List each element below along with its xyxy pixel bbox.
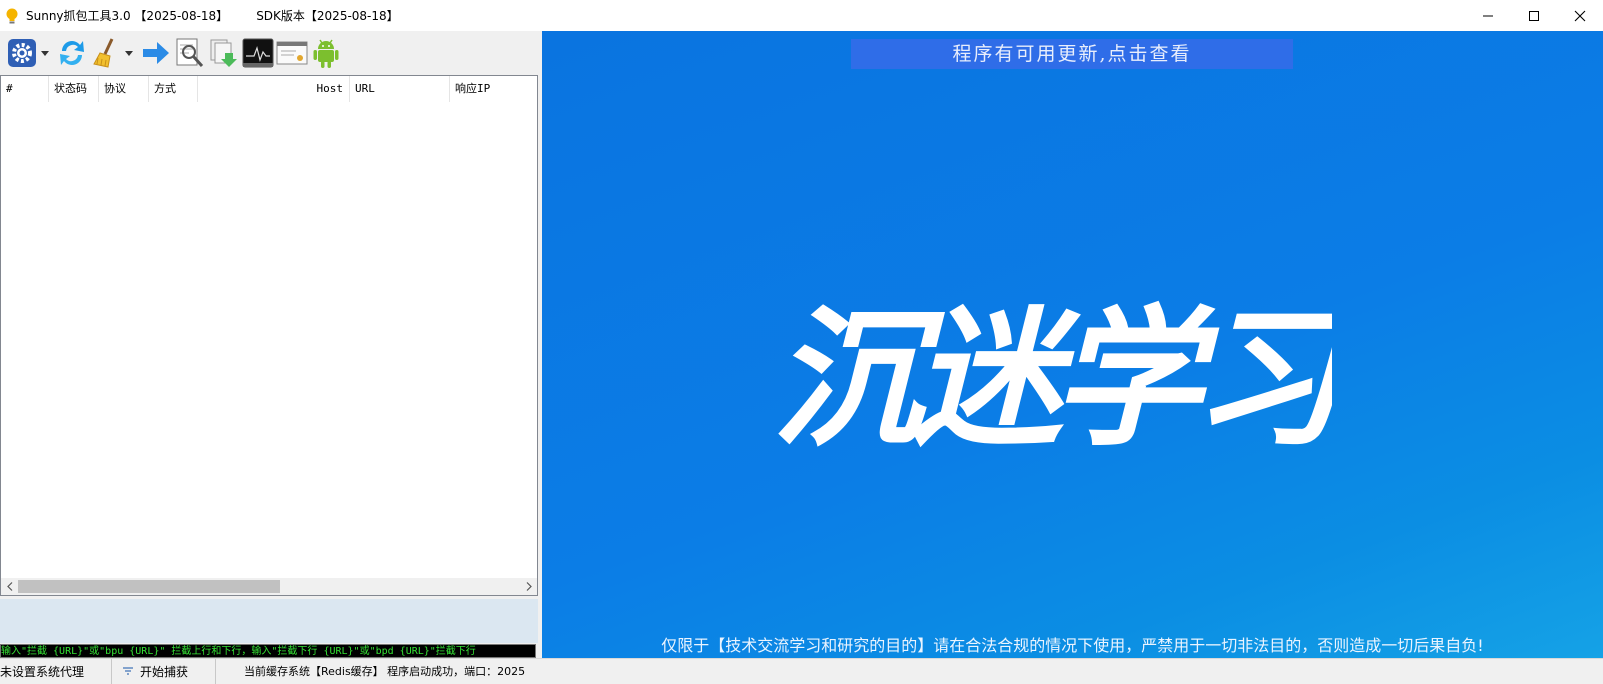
find-button[interactable] — [173, 36, 207, 70]
maximize-icon — [1529, 10, 1539, 21]
monitor-waveform-icon — [242, 38, 274, 68]
sdk-version: SDK版本【2025-08-18】 — [256, 9, 399, 23]
scroll-thumb[interactable] — [18, 580, 280, 593]
session-list[interactable]: # 状态码 协议 方式 Host URL 响应IP — [0, 75, 538, 596]
chevron-right-icon — [526, 582, 532, 591]
chevron-left-icon — [6, 582, 12, 591]
forward-arrow-icon — [143, 42, 169, 64]
settings-button[interactable] — [5, 36, 39, 70]
settings-gear-icon — [8, 39, 36, 67]
refresh-icon — [60, 41, 84, 65]
broom-clear-icon — [93, 38, 114, 68]
column-header-method[interactable]: 方式 — [149, 76, 198, 102]
android-button[interactable] — [309, 36, 343, 70]
disclaimer-text: 仅限于【技术交流学习和研究的目的】请在合法合规的情况下使用，严禁用于一切非法目的… — [661, 636, 1484, 655]
close-button[interactable] — [1557, 0, 1603, 31]
certificate-button[interactable] — [275, 36, 309, 70]
window-title: Sunny抓包工具3.0 【2025-08-18】 — [26, 9, 229, 23]
command-console[interactable]: 输入"拦截 {URL}"或"bpu {URL}" 拦截上行和下行，输入"拦截下行… — [0, 644, 536, 658]
horizontal-scrollbar[interactable] — [1, 578, 537, 595]
caret-down-icon — [41, 50, 49, 56]
info-pane — [0, 599, 538, 643]
title-bar: Sunny抓包工具3.0 【2025-08-18】 SDK版本【2025-08-… — [0, 0, 1603, 31]
column-header-index[interactable]: # — [1, 76, 49, 102]
capture-toggle[interactable]: 开始捕获 — [112, 658, 216, 684]
caret-down-icon — [125, 50, 133, 56]
column-header-protocol[interactable]: 协议 — [99, 76, 149, 102]
forward-button[interactable] — [139, 36, 173, 70]
close-icon — [1574, 10, 1586, 21]
status-bar: 未设置系统代理 开始捕获 当前缓存系统【Redis缓存】 程序启动成功，端口：2… — [0, 658, 1603, 684]
export-button[interactable] — [207, 36, 241, 70]
toolbar — [0, 31, 542, 75]
export-documents-icon — [210, 39, 237, 67]
maximize-button[interactable] — [1511, 0, 1557, 31]
minimize-button[interactable] — [1465, 0, 1511, 31]
settings-dropdown[interactable] — [39, 36, 51, 70]
slogan-calligraphy: 沉迷学习 — [772, 291, 1332, 467]
refresh-button[interactable] — [55, 36, 89, 70]
scroll-right-button[interactable] — [520, 578, 537, 595]
monitor-button[interactable] — [241, 36, 275, 70]
proxy-status[interactable]: 未设置系统代理 — [0, 658, 112, 684]
cache-status: 当前缓存系统【Redis缓存】 程序启动成功，端口：2025 — [244, 665, 526, 678]
welcome-banner: 程序有可用更新,点击查看 沉迷学习 仅限于【技术交流学习和研究的目的】请在合法合… — [542, 31, 1603, 658]
app-window: Sunny抓包工具3.0 【2025-08-18】 SDK版本【2025-08-… — [0, 0, 1603, 684]
clear-button[interactable] — [89, 36, 123, 70]
clear-dropdown[interactable] — [123, 36, 135, 70]
capture-label: 开始捕获 — [140, 664, 189, 679]
android-icon — [313, 39, 339, 68]
update-notice-button[interactable]: 程序有可用更新,点击查看 — [851, 39, 1293, 69]
search-document-icon — [176, 38, 204, 68]
column-header-host[interactable]: Host — [198, 76, 350, 102]
column-header-response-ip[interactable]: 响应IP — [450, 76, 537, 102]
slogan-text: 沉迷学习 — [772, 291, 1332, 467]
minimize-icon — [1483, 15, 1493, 16]
scroll-left-button[interactable] — [1, 578, 18, 595]
scroll-track[interactable] — [18, 578, 520, 595]
session-panel: # 状态码 协议 方式 Host URL 响应IP 输入"拦截 {URL}"或"… — [0, 75, 538, 658]
certificate-icon — [276, 41, 308, 65]
filter-icon — [123, 667, 133, 675]
lightbulb-icon — [6, 8, 18, 23]
window-controls — [1465, 0, 1603, 31]
column-header-url[interactable]: URL — [350, 76, 450, 102]
column-header-status[interactable]: 状态码 — [49, 76, 99, 102]
session-list-header: # 状态码 协议 方式 Host URL 响应IP — [1, 76, 537, 102]
